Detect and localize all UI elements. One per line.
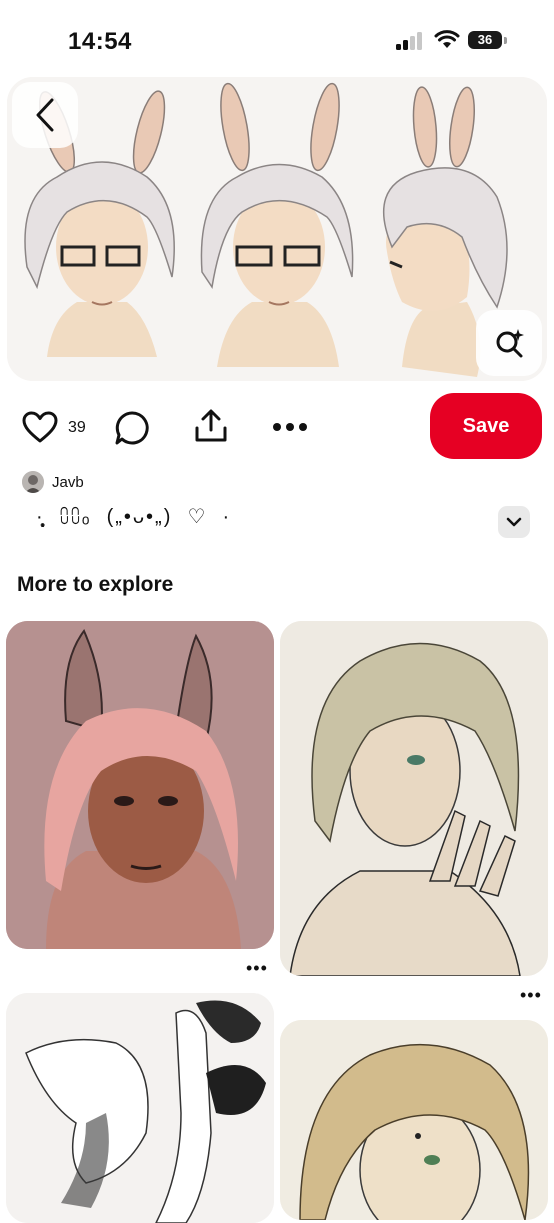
comment-button[interactable]	[112, 408, 152, 448]
share-icon	[195, 409, 227, 442]
back-button[interactable]	[12, 82, 78, 148]
comment-icon	[115, 411, 149, 445]
share-button[interactable]	[191, 406, 231, 446]
pin-card[interactable]	[280, 621, 548, 976]
more-options-icon[interactable]: •••	[520, 986, 542, 1004]
visual-search-icon	[496, 329, 524, 358]
more-options-icon[interactable]: •••	[246, 959, 268, 977]
wifi-icon	[434, 30, 460, 48]
author-row[interactable]: Javb	[22, 471, 84, 493]
like-count: 39	[68, 419, 86, 436]
pin-card[interactable]	[6, 993, 274, 1223]
battery-indicator: 36	[468, 31, 502, 49]
more-options-button[interactable]	[270, 416, 310, 438]
expand-description-button[interactable]	[498, 506, 530, 538]
section-title: More to explore	[17, 573, 174, 596]
chevron-left-icon	[36, 98, 54, 132]
like-button[interactable]	[20, 408, 60, 446]
cellular-signal-icon	[396, 32, 426, 50]
author-name: Javb	[52, 473, 84, 491]
visual-search-button[interactable]	[476, 310, 542, 376]
save-button[interactable]: Save	[430, 393, 542, 459]
pin-card[interactable]	[280, 1020, 548, 1220]
pin-description: ·̩̩̥͙ ⩇⩇ₒ („•ᴗ•„) ♡ ·	[36, 506, 232, 528]
more-horizontal-icon	[273, 423, 307, 431]
battery-tip	[504, 37, 507, 44]
pin-image[interactable]	[7, 77, 547, 381]
status-bar: 14:54 36	[0, 0, 554, 80]
avatar	[22, 471, 44, 493]
pin-card[interactable]	[6, 621, 274, 949]
heart-icon	[22, 411, 58, 443]
clock: 14:54	[68, 28, 132, 55]
chevron-down-icon	[506, 517, 522, 527]
